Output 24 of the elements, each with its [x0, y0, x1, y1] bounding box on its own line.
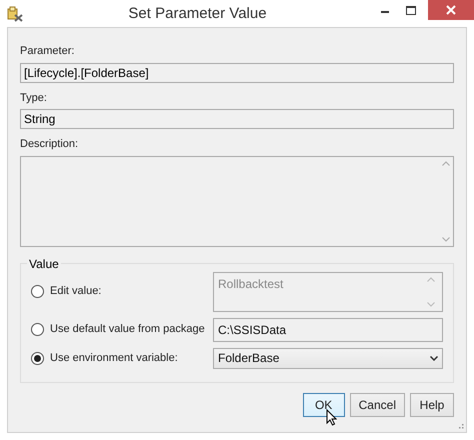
caret-icon [430, 356, 438, 360]
close-icon [446, 5, 456, 15]
radio-button[interactable] [31, 352, 44, 364]
window-title: Set Parameter Value [127, 4, 268, 24]
radio-label[interactable]: Use environment variable: [50, 350, 178, 366]
text-field[interactable]: C:\SSISData [213, 318, 443, 342]
maximize-icon [406, 6, 416, 14]
text-field[interactable]: [Lifecycle].[FolderBase] [20, 62, 454, 82]
dropdown[interactable]: FolderBase [213, 348, 443, 368]
field-label: Description: [20, 137, 78, 152]
radio-label[interactable]: Use default value from package [50, 321, 205, 338]
radio-button[interactable] [31, 323, 44, 336]
dropdown-value: FolderBase [218, 350, 280, 367]
dialog-button[interactable]: Cancel [350, 392, 405, 416]
text-field[interactable]: String [20, 109, 454, 129]
resize-grip-icon [456, 422, 464, 430]
field-label: Type: [20, 90, 47, 106]
app-icon [7, 6, 23, 22]
close-button[interactable] [428, 0, 474, 20]
dialog-button[interactable]: Help [410, 392, 454, 416]
dialog-button[interactable]: OK [302, 392, 345, 416]
field-value: Rollbacktest [218, 276, 284, 292]
field-label: Parameter: [20, 44, 74, 59]
mouse-cursor-icon [326, 409, 337, 426]
